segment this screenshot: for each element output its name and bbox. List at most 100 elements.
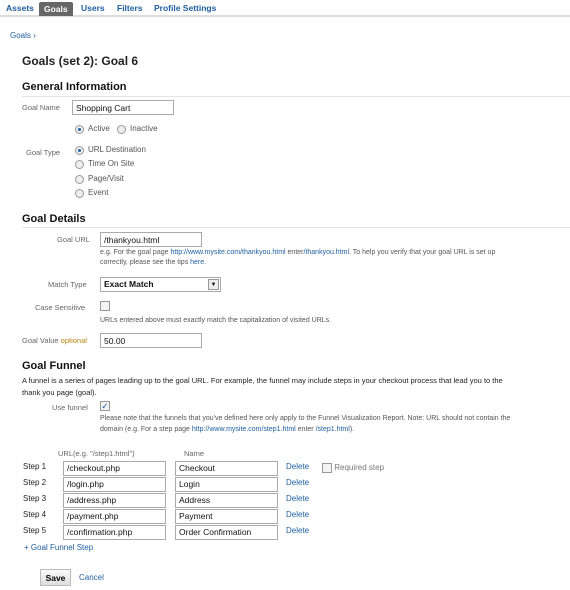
save-button[interactable]: Save <box>40 569 71 586</box>
step-name-value: Payment <box>179 511 213 521</box>
match-type-label: Match Type <box>48 280 87 289</box>
tab-bar: Assets Goals Users Filters Profile Setti… <box>0 0 570 17</box>
note-text: domain (e.g. For a step page <box>100 426 192 433</box>
step-3-name-input[interactable]: Address <box>175 493 278 508</box>
goal-value-text: Goal Value <box>22 336 59 345</box>
step-name-value: Order Confirmation <box>179 527 252 537</box>
step-name-value: Checkout <box>179 463 215 473</box>
funnel-description: A funnel is a series of pages leading up… <box>22 376 503 385</box>
tips-link[interactable]: here <box>190 259 204 266</box>
breadcrumb[interactable]: Goals › <box>10 31 36 40</box>
page-visit-label: Page/Visit <box>88 174 124 183</box>
funnel-note-2: domain (e.g. For a step page http://www.… <box>100 426 354 433</box>
case-sensitive-help: URLs entered above must exactly match th… <box>100 317 332 324</box>
goal-url-help-2: correctly, please see the tips here. <box>100 259 206 266</box>
step-url-value: /address.php <box>67 495 117 505</box>
delete-step-link[interactable]: Delete <box>286 494 309 503</box>
match-type-select[interactable]: Exact Match ▼ <box>100 277 221 292</box>
page-title: Goals (set 2): Goal 6 <box>22 54 139 68</box>
help-text: . <box>204 259 207 266</box>
funnel-note: Please note that the funnels that you've… <box>100 415 511 422</box>
url-destination-label: URL Destination <box>88 145 146 154</box>
step-example-link[interactable]: http://www.mysite.com/step1.html <box>192 426 296 433</box>
required-step-checkbox-wrap: Required step <box>322 463 384 473</box>
step-example-path: /step1.html <box>315 426 350 433</box>
step-4-name-input[interactable]: Payment <box>175 509 278 524</box>
url-column-header: URL(e.g. "/step1.html") <box>58 449 135 458</box>
step-4-url-input[interactable]: /payment.php <box>63 509 166 524</box>
inactive-label: Inactive <box>130 124 158 133</box>
inactive-radio[interactable] <box>117 125 126 134</box>
match-type-value: Exact Match <box>104 279 154 289</box>
required-step-label: Required step <box>334 463 385 473</box>
goal-type-label: Goal Type <box>26 148 61 157</box>
time-on-site-radio[interactable] <box>75 160 84 169</box>
step-name-value: Login <box>179 479 200 489</box>
example-path: /thankyou.html <box>303 249 350 256</box>
help-text: correctly, please see the tips <box>100 259 191 266</box>
step-1-name-input[interactable]: Checkout <box>175 461 278 476</box>
step-name-value: Address <box>179 495 211 505</box>
goal-url-help: e.g. For the goal page http://www.mysite… <box>100 249 495 256</box>
note-text: ). <box>349 426 355 433</box>
delete-step-link[interactable]: Delete <box>286 478 309 487</box>
help-text: enter <box>285 249 304 256</box>
step-2-url-input[interactable]: /login.php <box>63 477 166 492</box>
divider <box>22 227 570 228</box>
goal-name-input[interactable] <box>72 100 174 115</box>
use-funnel-label: Use funnel <box>52 403 88 412</box>
step-1-url-input[interactable]: /checkout.php <box>63 461 166 476</box>
step-5-name-input[interactable]: Order Confirmation <box>175 525 278 540</box>
help-text: . To help you verify that your goal URL … <box>349 249 496 256</box>
page-visit-radio[interactable] <box>75 175 84 184</box>
step-label: Step 4 <box>23 510 47 519</box>
step-url-value: /confirmation.php <box>67 527 133 537</box>
cancel-link[interactable]: Cancel <box>79 573 104 582</box>
required-step-checkbox[interactable] <box>322 463 332 473</box>
goal-url-label: Goal URL <box>57 235 90 244</box>
step-url-value: /login.php <box>67 479 104 489</box>
goal-url-input[interactable] <box>100 232 202 247</box>
add-funnel-step-link[interactable]: + Goal Funnel Step <box>24 543 93 552</box>
tab-users[interactable]: Users <box>81 3 105 13</box>
event-label: Event <box>88 188 109 197</box>
delete-step-link[interactable]: Delete <box>286 510 309 519</box>
step-5-url-input[interactable]: /confirmation.php <box>63 525 166 540</box>
step-3-url-input[interactable]: /address.php <box>63 493 166 508</box>
example-link[interactable]: http://www.mysite.com/thankyou.html <box>170 249 285 256</box>
goal-value-label: Goal Value optional <box>22 336 87 345</box>
delete-step-link[interactable]: Delete <box>286 526 309 535</box>
goal-value-input[interactable] <box>100 333 202 348</box>
time-on-site-label: Time On Site <box>88 159 135 168</box>
use-funnel-checkbox[interactable]: ✓ <box>100 401 110 411</box>
case-sensitive-label: Case Sensitive <box>35 303 86 312</box>
step-label: Step 2 <box>23 478 47 487</box>
event-radio[interactable] <box>75 189 84 198</box>
divider <box>22 96 570 97</box>
step-label: Step 1 <box>23 462 47 471</box>
funnel-description-2: thank you page (goal). <box>22 388 97 397</box>
name-column-header: Name <box>184 449 205 458</box>
chevron-down-icon: ▼ <box>208 279 219 290</box>
details-heading: Goal Details <box>22 213 86 225</box>
tab-profile-settings[interactable]: Profile Settings <box>154 3 216 13</box>
goal-name-label: Goal Name <box>22 103 60 112</box>
general-heading: General Information <box>22 81 127 93</box>
help-text: e.g. For the goal page <box>100 249 171 256</box>
step-url-value: /payment.php <box>67 511 119 521</box>
tab-goals[interactable]: Goals <box>39 2 73 16</box>
active-label: Active <box>88 124 110 133</box>
delete-step-link[interactable]: Delete <box>286 462 309 471</box>
tab-filters[interactable]: Filters <box>117 3 143 13</box>
step-label: Step 3 <box>23 494 47 503</box>
optional-tag: optional <box>60 336 87 345</box>
step-label: Step 5 <box>23 526 47 535</box>
step-2-name-input[interactable]: Login <box>175 477 278 492</box>
funnel-heading: Goal Funnel <box>22 360 86 372</box>
url-destination-radio[interactable] <box>75 146 84 155</box>
step-url-value: /checkout.php <box>67 463 120 473</box>
case-sensitive-checkbox[interactable] <box>100 301 110 311</box>
note-text: enter <box>295 426 316 433</box>
tab-assets[interactable]: Assets <box>6 3 34 13</box>
active-radio[interactable] <box>75 125 84 134</box>
